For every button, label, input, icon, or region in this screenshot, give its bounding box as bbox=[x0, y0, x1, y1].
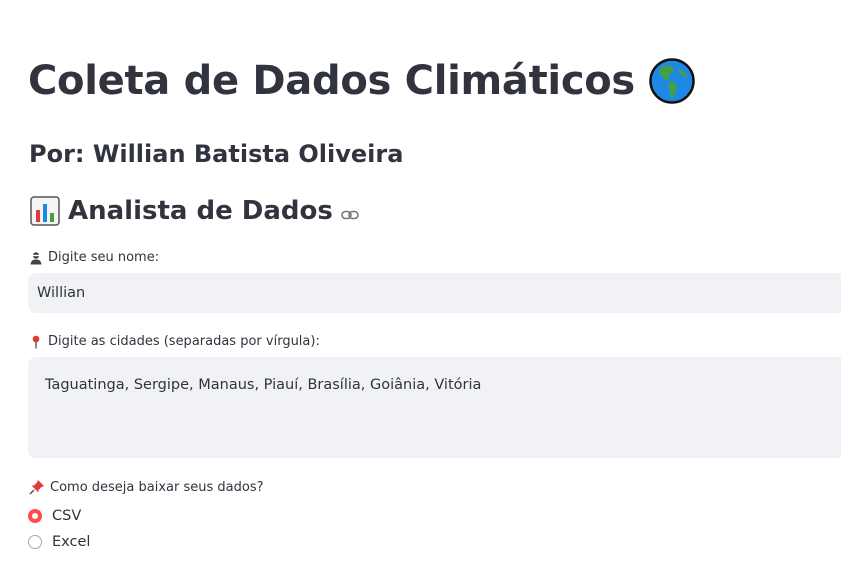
round-pushpin-icon bbox=[32, 335, 40, 348]
author-subtitle: Por: Willian Batista Oliveira bbox=[29, 140, 404, 168]
cities-field-label: Digite as cidades (separadas por vírgula… bbox=[29, 334, 320, 349]
app-page: Coleta de Dados Climáticos Por: Willian … bbox=[0, 0, 841, 569]
page-title-text: Coleta de Dados Climáticos bbox=[28, 58, 635, 104]
radio-option-csv[interactable]: CSV bbox=[28, 508, 81, 524]
download-format-label: Como deseja baixar seus dados? bbox=[29, 479, 264, 495]
radio-unselected-indicator[interactable] bbox=[28, 535, 42, 549]
bar-chart-icon bbox=[30, 196, 60, 226]
section-heading: Analista de Dados bbox=[30, 196, 359, 226]
globe-americas-icon bbox=[649, 58, 695, 104]
person-icon bbox=[30, 251, 42, 264]
name-input[interactable]: Willian bbox=[28, 273, 841, 313]
page-title: Coleta de Dados Climáticos bbox=[28, 58, 695, 104]
radio-option-excel[interactable]: Excel bbox=[28, 534, 90, 550]
radio-selected-indicator[interactable] bbox=[28, 509, 42, 523]
download-format-label-text: Como deseja baixar seus dados? bbox=[50, 479, 264, 495]
name-field-label: Digite seu nome: bbox=[29, 250, 159, 265]
cities-textarea[interactable]: Taguatinga, Sergipe, Manaus, Piauí, Bras… bbox=[28, 357, 841, 458]
pushpin-icon bbox=[29, 480, 44, 495]
name-field-label-text: Digite seu nome: bbox=[48, 250, 160, 265]
section-heading-text: Analista de Dados bbox=[68, 196, 333, 226]
radio-option-label: Excel bbox=[52, 534, 91, 550]
radio-option-label: CSV bbox=[52, 508, 82, 524]
link-icon[interactable] bbox=[341, 210, 359, 220]
cities-field-label-text: Digite as cidades (separadas por vírgula… bbox=[48, 334, 320, 349]
